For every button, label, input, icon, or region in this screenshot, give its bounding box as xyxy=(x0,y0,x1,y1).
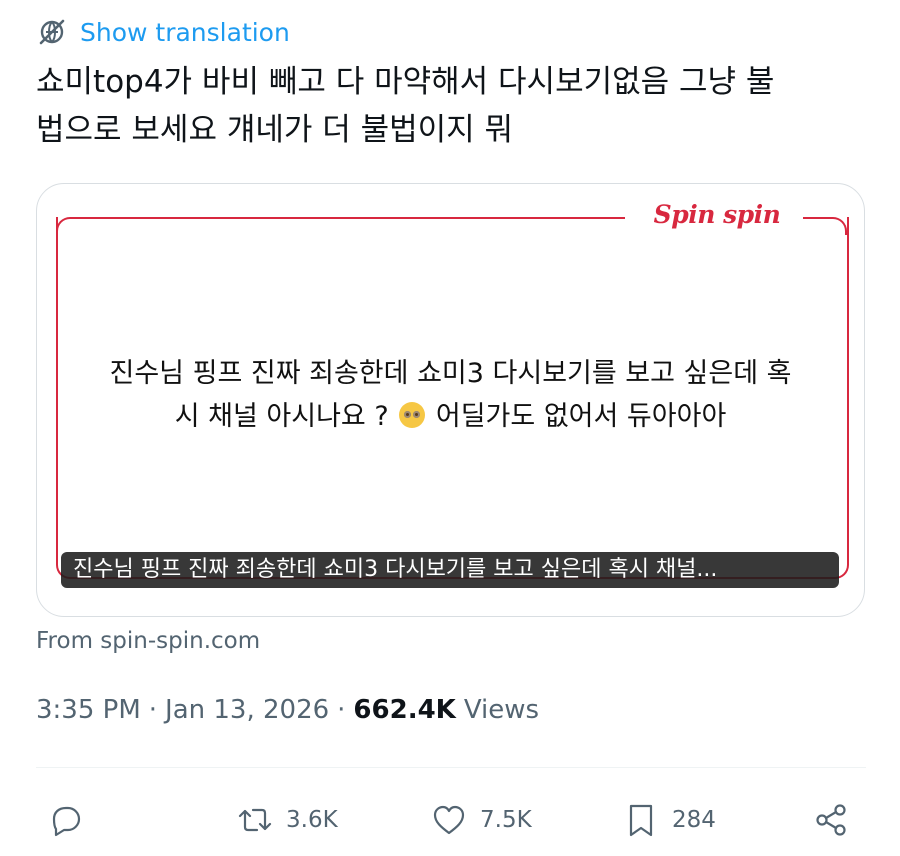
bookmark-count: 284 xyxy=(672,807,716,833)
card-frame-top-right xyxy=(803,217,847,235)
tweet-meta: 3:35 PM · Jan 13, 2026 · 662.4K Views xyxy=(36,695,539,725)
action-bar: 3.6K 7.5K 284 xyxy=(0,790,900,850)
pleading-face-emoji xyxy=(399,402,426,428)
views-count: 662.4K xyxy=(353,695,456,725)
bookmark-button[interactable]: 284 xyxy=(622,790,716,850)
bookmark-icon xyxy=(629,804,653,837)
retweet-icon xyxy=(238,808,272,832)
card-frame-top-left xyxy=(56,217,625,235)
heart-icon xyxy=(433,805,465,835)
card-body-line-1: 진수님 핑프 진짜 죄송한데 쇼미3 다시보기를 보고 싶은데 혹 xyxy=(109,358,792,389)
globe-slash-icon xyxy=(39,19,65,45)
share-icon xyxy=(816,804,846,836)
card-body-text: 진수님 핑프 진짜 죄송한데 쇼미3 다시보기를 보고 싶은데 혹 시 채널 아… xyxy=(77,352,824,438)
tweet-time[interactable]: 3:35 PM xyxy=(36,695,141,725)
like-button[interactable]: 7.5K xyxy=(430,790,532,850)
meta-separator: · xyxy=(337,695,346,725)
show-translation-label: Show translation xyxy=(80,17,290,47)
reply-button[interactable] xyxy=(46,790,84,850)
divider xyxy=(36,767,866,768)
card-body-line-2-start: 시 채널 아시나요 ? xyxy=(174,401,389,432)
like-count: 7.5K xyxy=(480,807,532,833)
card-body-line-2-end: 어딜가도 없어서 듀아아아 xyxy=(435,401,727,432)
views-label: Views xyxy=(463,695,540,725)
tweet-date[interactable]: Jan 13, 2026 xyxy=(165,695,329,725)
show-translation-link[interactable]: Show translation xyxy=(36,14,290,50)
link-card[interactable]: Spin spin 진수님 핑프 진짜 죄송한데 쇼미3 다시보기를 보고 싶은… xyxy=(36,183,865,617)
card-brand-logo: Spin spin xyxy=(653,200,781,229)
card-body-line-2: 시 채널 아시나요 ? 어딜가도 없어서 듀아아아 xyxy=(77,395,824,438)
card-caption: 진수님 핑프 진짜 죄송한데 쇼미3 다시보기를 보고 싶은데 혹시 채널... xyxy=(61,552,839,588)
retweet-count: 3.6K xyxy=(286,807,338,833)
retweet-button[interactable]: 3.6K xyxy=(236,790,338,850)
tweet-text: 쇼미top4가 바비 빼고 다 마약해서 다시보기없음 그냥 불 법으로 보세요… xyxy=(36,64,775,148)
card-source-link[interactable]: From spin-spin.com xyxy=(36,628,260,654)
share-button[interactable] xyxy=(812,790,850,850)
meta-separator: · xyxy=(148,695,158,725)
reply-icon xyxy=(52,806,81,837)
